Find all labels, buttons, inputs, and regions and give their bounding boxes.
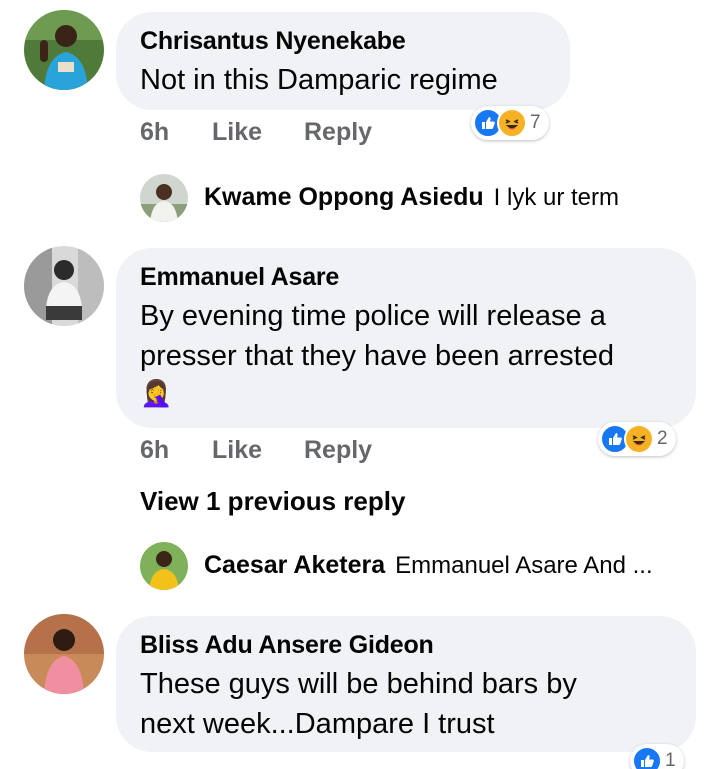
comment-author[interactable]: Emmanuel Asare [140, 262, 672, 292]
reaction-summary[interactable]: 2 [598, 422, 676, 456]
haha-icon [624, 424, 654, 454]
comment-text: Not in this Damparic regime [140, 64, 498, 96]
comment-text: next week...Dampare I trust [140, 708, 495, 740]
comment-text: These guys will be behind bars by [140, 668, 577, 700]
reaction-count: 7 [530, 112, 541, 133]
reply-preview[interactable]: Kwame Oppong Asiedu I lyk ur term [204, 183, 619, 212]
reaction-summary[interactable]: 7 [471, 106, 549, 140]
reply-author[interactable]: Caesar Aketera [204, 551, 385, 580]
haha-icon [497, 108, 527, 138]
comment-author[interactable]: Chrisantus Nyenekabe [140, 26, 546, 56]
reaction-summary[interactable]: 1 [630, 744, 684, 769]
avatar[interactable] [24, 10, 104, 90]
reply-preview[interactable]: Caesar Aketera Emmanuel Asare And ... [204, 551, 653, 580]
avatar[interactable] [140, 542, 188, 590]
reply-button[interactable]: Reply [304, 436, 372, 465]
comment-text: By evening time police will release a [140, 300, 606, 332]
timestamp[interactable]: 6h [140, 118, 169, 147]
like-button[interactable]: Like [212, 436, 262, 465]
timestamp[interactable]: 6h [140, 436, 169, 465]
comment-text: presser that they have been arrested [140, 340, 614, 372]
avatar[interactable] [24, 614, 104, 694]
comment-bubble: Emmanuel Asare By evening time police wi… [116, 248, 696, 428]
like-icon [632, 746, 662, 769]
comment-author[interactable]: Bliss Adu Ansere Gideon [140, 630, 672, 660]
like-button[interactable]: Like [212, 118, 262, 147]
comment-bubble: Bliss Adu Ansere Gideon These guys will … [116, 616, 696, 752]
view-previous-replies-link[interactable]: View 1 previous reply [140, 486, 405, 517]
reply-text: I lyk ur term [493, 183, 619, 211]
reaction-count: 1 [665, 750, 676, 769]
reply-text: Emmanuel Asare And ... [395, 551, 653, 579]
facepalm-emoji: 🤦‍♀️ [140, 378, 173, 408]
avatar[interactable] [140, 174, 188, 222]
reply-author[interactable]: Kwame Oppong Asiedu [204, 183, 484, 212]
comment-bubble: Chrisantus Nyenekabe Not in this Dampari… [116, 12, 570, 110]
reply-button[interactable]: Reply [304, 118, 372, 147]
avatar[interactable] [24, 246, 104, 326]
reaction-count: 2 [657, 428, 668, 449]
